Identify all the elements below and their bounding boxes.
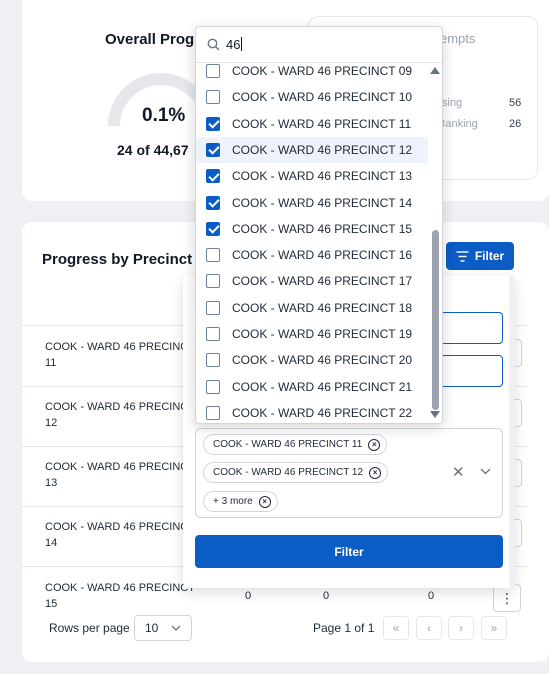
attempts-row-value: 56	[509, 97, 522, 109]
search-input[interactable]: 46	[226, 37, 243, 52]
filter-button-label: Filter	[474, 249, 505, 263]
filter-input[interactable]	[440, 355, 503, 387]
option-label: COOK - WARD 46 PRECINCT 18	[232, 300, 413, 315]
table-row-name: COOK - WARD 46 PRECINCT 15	[45, 582, 195, 610]
row-actions-button[interactable]: ⋮	[493, 584, 521, 612]
dropdown-option[interactable]: COOK - WARD 46 PRECINCT 14	[196, 190, 428, 216]
option-label: COOK - WARD 46 PRECINCT 22	[232, 405, 413, 420]
dropdown-option[interactable]: COOK - WARD 46 PRECINCT 09	[196, 58, 428, 84]
chevron-down-icon	[171, 625, 181, 631]
chevron-down-icon[interactable]	[480, 468, 491, 475]
option-label: COOK - WARD 46 PRECINCT 19	[232, 327, 413, 341]
option-label: COOK - WARD 46 PRECINCT 17	[232, 274, 413, 289]
chip-label: COOK - WARD 46 PRECINCT 11	[213, 439, 363, 450]
table-row-name: COOK - WARD 46 PRECINC 14	[45, 521, 189, 549]
checkbox-checked[interactable]	[206, 116, 220, 131]
option-label: COOK - WARD 46 PRECINCT 14	[232, 195, 413, 210]
dropdown-option[interactable]: COOK - WARD 46 PRECINCT 21	[196, 374, 428, 400]
checkbox-checked[interactable]	[206, 195, 220, 210]
double-chevron-left-icon: «	[392, 621, 400, 635]
chevron-right-icon: ›	[459, 621, 463, 635]
filter-icon	[456, 250, 469, 262]
attempts-row-label: sing	[442, 97, 463, 109]
chip-label: + 3 more	[213, 496, 253, 507]
selected-chip: COOK - WARD 46 PRECINCT 12 ×	[203, 462, 389, 483]
double-chevron-right-icon: »	[490, 621, 498, 635]
dropdown-option[interactable]: COOK - WARD 46 PRECINCT 17	[196, 268, 428, 294]
option-label: COOK - WARD 46 PRECINCT 15	[232, 221, 413, 236]
first-page-button[interactable]: «	[383, 616, 409, 640]
dropdown-option[interactable]: COOK - WARD 46 PRECINCT 19	[196, 321, 428, 347]
table-cell-value: 0	[245, 590, 252, 602]
option-label: COOK - WARD 46 PRECINCT 12	[232, 142, 413, 157]
checkbox-checked[interactable]	[206, 221, 220, 236]
more-chips-badge[interactable]: + 3 more ×	[203, 491, 278, 512]
attempts-row-value: 26	[509, 118, 522, 130]
chip-label: COOK - WARD 46 PRECINCT 12	[213, 467, 364, 478]
rows-per-page-value: 10	[145, 621, 159, 635]
checkbox-checked[interactable]	[206, 169, 220, 184]
option-label: COOK - WARD 46 PRECINCT 10	[232, 90, 413, 105]
remove-chip-icon[interactable]: ×	[258, 495, 271, 508]
option-label: COOK - WARD 46 PRECINCT 21	[232, 379, 413, 394]
dropdown-option[interactable]: COOK - WARD 46 PRECINCT 22	[196, 400, 428, 423]
filter-input[interactable]	[440, 312, 503, 344]
dropdown-option[interactable]: COOK - WARD 46 PRECINCT 13	[196, 163, 428, 189]
clear-selection-icon[interactable]: ✕	[452, 463, 465, 481]
precinct-dropdown: 46 COOK - WARD 46 PRECINCT 09 COOK - WARD…	[195, 26, 443, 424]
selected-chip: COOK - WARD 46 PRECINCT 11 ×	[203, 434, 388, 455]
checkbox[interactable]	[206, 405, 220, 420]
dropdown-option[interactable]: COOK - WARD 46 PRECINCT 11	[196, 111, 428, 137]
checkbox-checked[interactable]	[206, 142, 220, 157]
page-info: Page 1 of 1	[313, 621, 375, 635]
dropdown-option[interactable]: COOK - WARD 46 PRECINCT 12	[196, 136, 428, 163]
remove-chip-icon[interactable]: ×	[369, 466, 382, 479]
section-title: Progress by Precinct	[42, 251, 193, 268]
table-row-name: COOK - WARD 46 PRECINC 12	[45, 401, 189, 429]
option-label: COOK - WARD 46 PRECINCT 11	[232, 116, 412, 131]
checkbox[interactable]	[206, 353, 220, 368]
checkbox[interactable]	[206, 64, 220, 78]
overall-progress-title: Overall Progr	[105, 31, 201, 48]
progress-count: 24 of 44,67	[117, 142, 189, 158]
scroll-thumb[interactable]	[432, 230, 439, 410]
rows-per-page-select[interactable]: 10	[134, 615, 192, 641]
checkbox[interactable]	[206, 300, 220, 315]
chevron-left-icon: ‹	[427, 621, 431, 635]
scroll-up-icon[interactable]	[430, 67, 440, 74]
checkbox[interactable]	[206, 327, 220, 341]
table-row-name: COOK - WARD 46 PRECINC 11	[45, 341, 189, 369]
prev-page-button[interactable]: ‹	[416, 616, 442, 640]
table-row-name: COOK - WARD 46 PRECINC 13	[45, 461, 189, 489]
dropdown-option[interactable]: COOK - WARD 46 PRECINCT 18	[196, 295, 428, 321]
progress-percent: 0.1%	[142, 105, 186, 126]
attempts-row-label: Banking	[438, 118, 478, 130]
checkbox[interactable]	[206, 379, 220, 394]
table-cell-value: 0	[323, 590, 330, 602]
apply-filter-button[interactable]: Filter	[195, 535, 503, 568]
dropdown-option[interactable]: COOK - WARD 46 PRECINCT 15	[196, 216, 428, 242]
next-page-button[interactable]: ›	[448, 616, 474, 640]
search-icon	[207, 38, 220, 51]
rows-per-page-label: Rows per page	[49, 621, 130, 635]
checkbox[interactable]	[206, 248, 220, 263]
dropdown-option[interactable]: COOK - WARD 46 PRECINCT 10	[196, 84, 428, 110]
open-filter-button[interactable]: Filter	[446, 242, 514, 270]
checkbox[interactable]	[206, 90, 220, 105]
attempts-title: empts	[440, 31, 476, 46]
option-label: COOK - WARD 46 PRECINCT 20	[232, 353, 413, 368]
checkbox[interactable]	[206, 274, 220, 289]
table-cell-value: 0	[428, 590, 435, 602]
kebab-icon: ⋮	[500, 589, 514, 606]
dropdown-scrollbar[interactable]	[428, 63, 442, 423]
dropdown-option[interactable]: COOK - WARD 46 PRECINCT 16	[196, 242, 428, 268]
filter-panel-scrollbar[interactable]	[509, 276, 515, 588]
remove-chip-icon[interactable]: ×	[368, 438, 381, 451]
dropdown-option[interactable]: COOK - WARD 46 PRECINCT 20	[196, 347, 428, 373]
option-label: COOK - WARD 46 PRECINCT 09	[232, 64, 413, 78]
last-page-button[interactable]: »	[481, 616, 507, 640]
option-label: COOK - WARD 46 PRECINCT 13	[232, 169, 413, 184]
option-label: COOK - WARD 46 PRECINCT 16	[232, 248, 413, 263]
scroll-down-icon[interactable]	[430, 411, 440, 418]
